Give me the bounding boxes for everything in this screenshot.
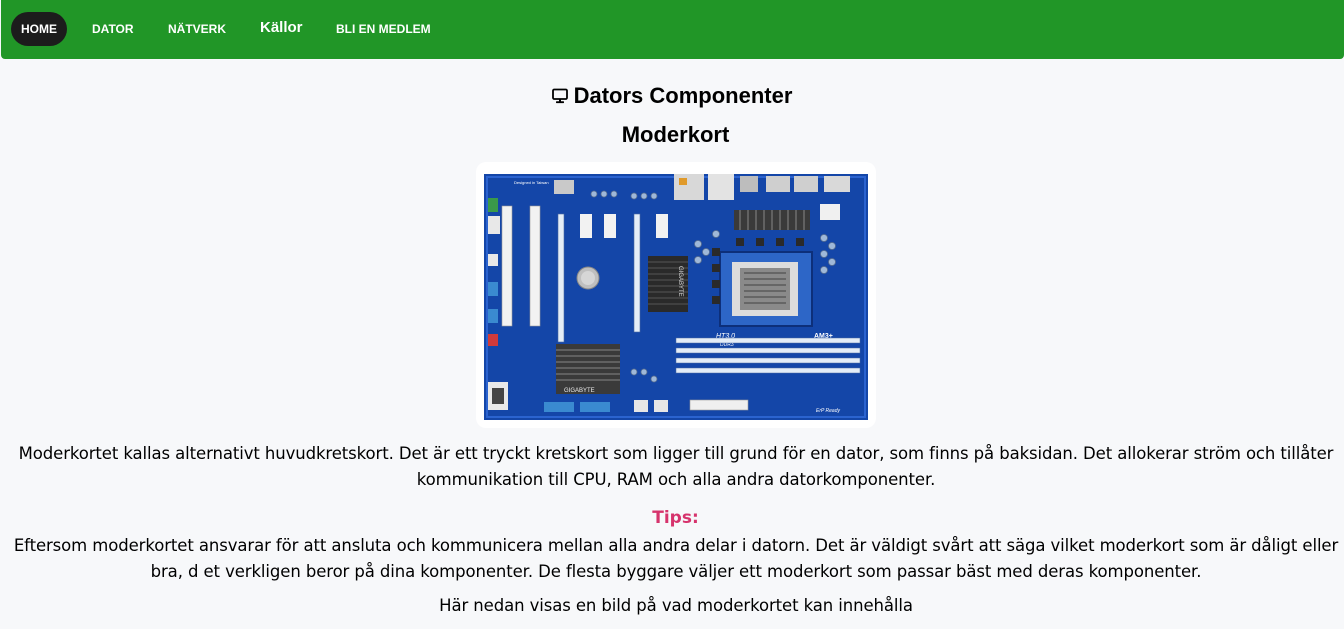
page-title-text: Dators Componenter <box>573 83 793 108</box>
page-title: Dators Componenter <box>0 82 1344 110</box>
top-navbar: HOME DATOR NÄTVERK Källor BLI EN MEDLEM <box>1 0 1344 59</box>
nav-home-link[interactable]: HOME <box>11 12 67 46</box>
motherboard-image: GIGABYTE GIGABYTE HT3.0 AM3+ DDR3 ErP Re… <box>476 162 876 428</box>
nav-natverk-link[interactable]: NÄTVERK <box>158 12 236 46</box>
tips-label: Tips: <box>652 508 699 528</box>
nav-dator-link[interactable]: DATOR <box>82 12 144 46</box>
board-brand-text-1: GIGABYTE <box>677 266 683 297</box>
board-ready-text: ErP Ready <box>816 408 840 414</box>
tips-paragraph: Eftersom moderkortet ansvarar för att an… <box>13 536 1339 581</box>
nav-bli-en-medlem-link[interactable]: BLI EN MEDLEM <box>326 12 441 46</box>
section-title: Moderkort <box>621 122 730 147</box>
board-tagline-text: Designed in Taiwan <box>514 180 549 185</box>
nav-kallor-link[interactable]: Källor <box>250 11 313 45</box>
description-paragraph: Moderkortet kallas alternativt huvudkret… <box>18 444 1334 489</box>
image-intro-text: Här nedan visas en bild på vad moderkort… <box>439 596 913 615</box>
board-brand-text-2: GIGABYTE <box>564 388 595 394</box>
monitor-icon <box>551 83 568 104</box>
